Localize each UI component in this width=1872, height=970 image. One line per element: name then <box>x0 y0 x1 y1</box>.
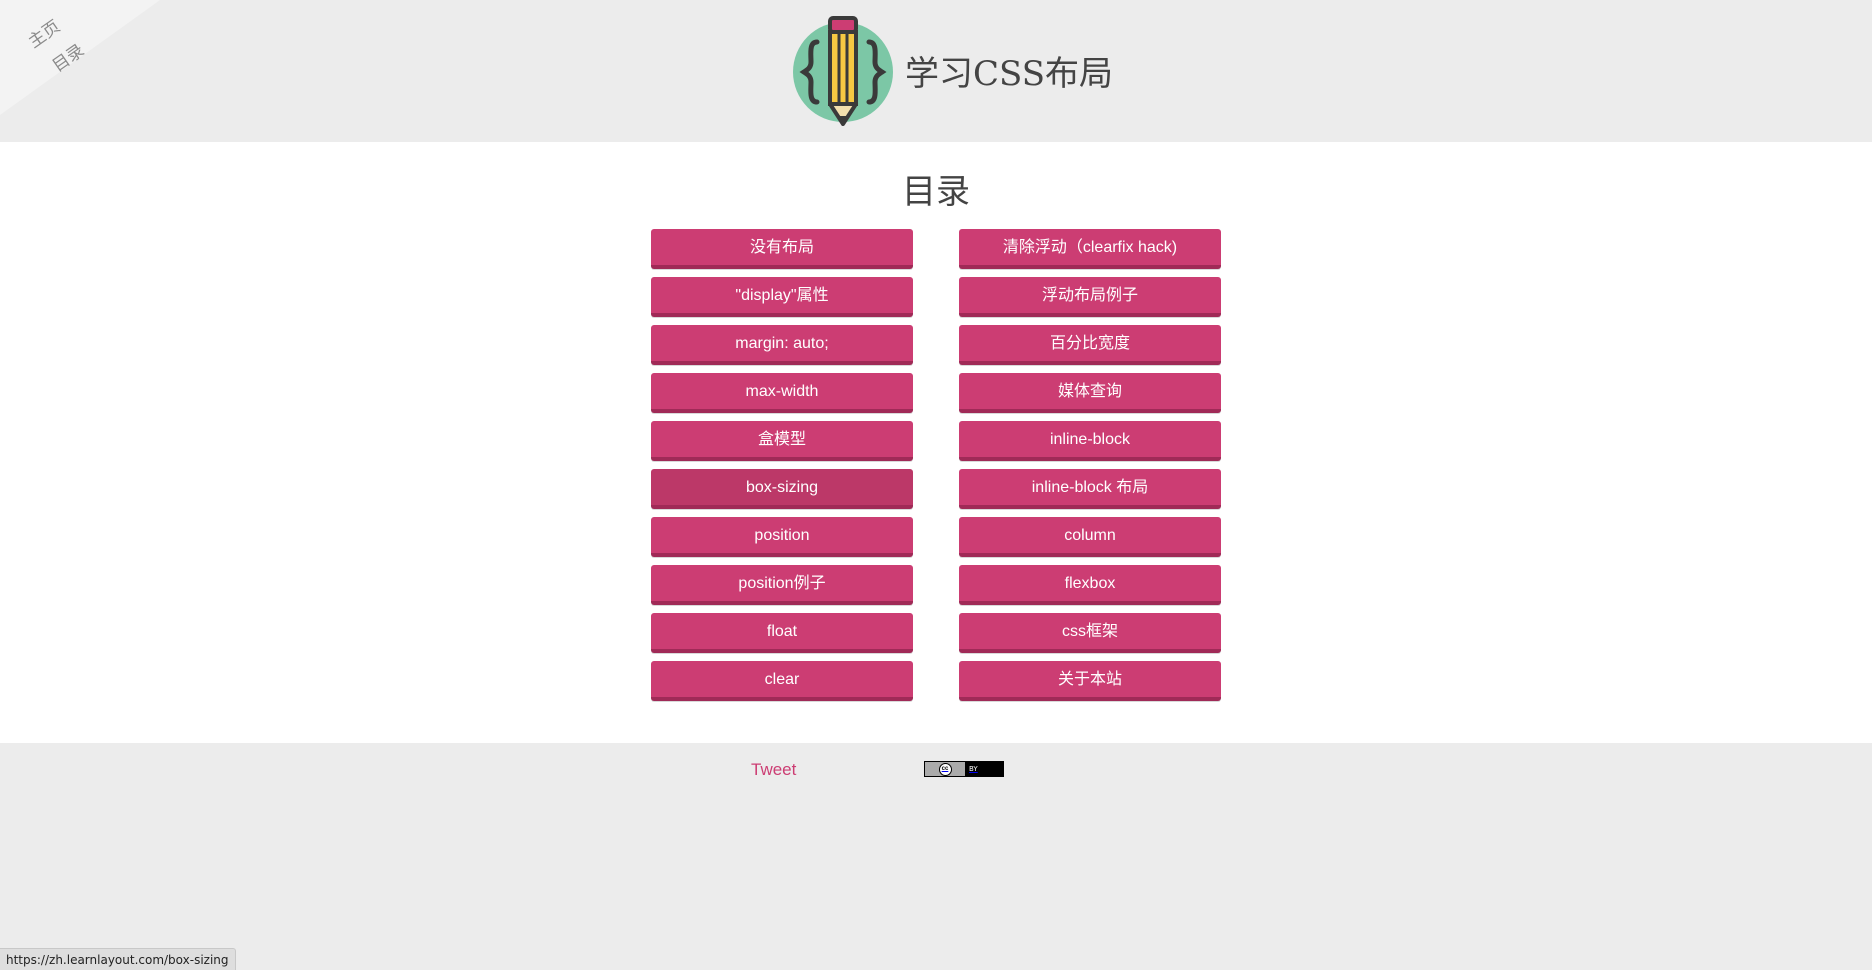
pencil-braces-icon <box>793 14 893 126</box>
cc-circle: cc <box>938 762 952 776</box>
header: 主页 目录 学习CSS布局 <box>0 0 1872 142</box>
nav-button-clear[interactable]: clear <box>651 661 913 701</box>
nav-button-float-layout[interactable]: 浮动布局例子 <box>959 277 1221 317</box>
nav-button-box-model[interactable]: 盒模型 <box>651 421 913 461</box>
cc-by-label: BY <box>965 762 1003 776</box>
status-bar-url: https://zh.learnlayout.com/box-sizing <box>0 948 236 970</box>
footer: Tweet cc BY <box>0 743 1872 970</box>
nav-button-position-example[interactable]: position例子 <box>651 565 913 605</box>
nav-button-flexbox[interactable]: flexbox <box>959 565 1221 605</box>
nav-button-css-frameworks[interactable]: css框架 <box>959 613 1221 653</box>
nav-button-float[interactable]: float <box>651 613 913 653</box>
page: 主页 目录 学习CSS布局 目录 没有布局 "display"属性 margin… <box>0 0 1872 970</box>
nav-button-percent-width[interactable]: 百分比宽度 <box>959 325 1221 365</box>
cc-icon: cc <box>925 762 965 776</box>
corner-ribbon: 主页 目录 <box>0 0 160 115</box>
nav-button-margin-auto[interactable]: margin: auto; <box>651 325 913 365</box>
nav-button-max-width[interactable]: max-width <box>651 373 913 413</box>
nav-button-box-sizing[interactable]: box-sizing <box>651 469 913 509</box>
nav-button-media-queries[interactable]: 媒体查询 <box>959 373 1221 413</box>
nav-button-no-layout[interactable]: 没有布局 <box>651 229 913 269</box>
nav-button-inline-block-layout[interactable]: inline-block 布局 <box>959 469 1221 509</box>
main-content: 目录 没有布局 "display"属性 margin: auto; max-wi… <box>0 142 1872 743</box>
nav-button-inline-block[interactable]: inline-block <box>959 421 1221 461</box>
cc-license-badge[interactable]: cc BY <box>924 761 1004 777</box>
nav-column-right: 清除浮动（clearfix hack) 浮动布局例子 百分比宽度 媒体查询 in… <box>959 229 1221 709</box>
nav-button-position[interactable]: position <box>651 517 913 557</box>
site-logo[interactable]: 学习CSS布局 <box>793 14 1113 126</box>
page-title: 目录 <box>902 172 970 212</box>
nav-button-about[interactable]: 关于本站 <box>959 661 1221 701</box>
nav-button-column[interactable]: column <box>959 517 1221 557</box>
nav-column-left: 没有布局 "display"属性 margin: auto; max-width… <box>651 229 913 709</box>
nav-button-clearfix[interactable]: 清除浮动（clearfix hack) <box>959 229 1221 269</box>
site-title[interactable]: 学习CSS布局 <box>905 46 1113 95</box>
tweet-link[interactable]: Tweet <box>751 760 796 780</box>
nav-button-display[interactable]: "display"属性 <box>651 277 913 317</box>
